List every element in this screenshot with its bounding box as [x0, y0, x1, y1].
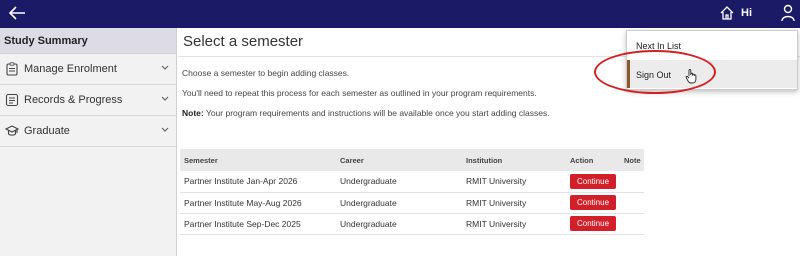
instruction-line-1: Choose a semester to begin adding classe…	[182, 68, 350, 78]
top-bar: Hi	[0, 0, 800, 28]
semester-table: Semester Career Institution Action Note …	[180, 149, 644, 235]
career-cell: Undergraduate	[336, 171, 462, 193]
action-cell: Continue	[566, 171, 620, 193]
sidebar-item-label: Manage Enrolment	[24, 63, 117, 75]
semester-cell: Partner Institute May-Aug 2026	[180, 192, 336, 214]
continue-button[interactable]: Continue	[570, 173, 617, 189]
chevron-down-icon	[161, 96, 169, 101]
note-cell	[620, 192, 644, 214]
chevron-down-icon	[161, 127, 169, 132]
sidebar-item-records-progress[interactable]: Records & Progress	[0, 85, 176, 116]
column-header-institution: Institution	[462, 149, 566, 171]
continue-button[interactable]: Continue	[570, 195, 617, 210]
chevron-down-icon	[161, 65, 169, 70]
user-icon[interactable]	[780, 3, 796, 23]
column-header-career: Career	[336, 149, 462, 171]
sidebar-item-label: Records & Progress	[24, 94, 123, 106]
column-header-note: Note	[620, 149, 644, 171]
table-row: Partner Institute Jan-Apr 2026 Undergrad…	[180, 171, 644, 193]
instruction-line-2: You'll need to repeat this process for e…	[182, 88, 537, 98]
note-text: Your program requirements and instructio…	[203, 108, 550, 118]
action-cell: Continue	[566, 192, 620, 214]
column-header-action: Action	[566, 149, 620, 171]
semester-cell: Partner Institute Sep-Dec 2025	[180, 213, 336, 235]
note-line: Note: Your program requirements and inst…	[182, 108, 550, 118]
table-header-row: Semester Career Institution Action Note	[180, 149, 644, 171]
note-label: Note:	[182, 108, 204, 118]
institution-cell: RMIT University	[462, 171, 566, 193]
sidebar-heading[interactable]: Study Summary	[0, 28, 176, 54]
career-cell: Undergraduate	[336, 213, 462, 235]
institution-cell: RMIT University	[462, 192, 566, 214]
records-icon	[5, 93, 19, 107]
back-arrow-icon[interactable]	[6, 2, 28, 24]
action-cell: Continue	[566, 213, 620, 235]
note-cell	[620, 171, 644, 193]
sidebar: Study Summary Manage Enrolment Records &…	[0, 28, 177, 256]
greeting-text: Hi	[741, 7, 752, 19]
hand-cursor-icon	[685, 69, 697, 84]
note-cell	[620, 213, 644, 235]
institution-cell: RMIT University	[462, 213, 566, 235]
column-header-semester: Semester	[180, 149, 336, 171]
table-row: Partner Institute Sep-Dec 2025 Undergrad…	[180, 213, 644, 235]
semester-cell: Partner Institute Jan-Apr 2026	[180, 171, 336, 193]
clipboard-icon	[6, 62, 18, 76]
sidebar-item-manage-enrolment[interactable]: Manage Enrolment	[0, 54, 176, 85]
home-icon[interactable]	[719, 5, 735, 21]
mortarboard-icon	[5, 125, 19, 136]
sidebar-item-graduate[interactable]: Graduate	[0, 116, 176, 147]
career-cell: Undergraduate	[336, 192, 462, 214]
continue-button[interactable]: Continue	[570, 216, 617, 231]
table-row: Partner Institute May-Aug 2026 Undergrad…	[180, 192, 644, 214]
sidebar-item-label: Graduate	[24, 125, 70, 137]
page-title: Select a semester	[183, 33, 304, 50]
